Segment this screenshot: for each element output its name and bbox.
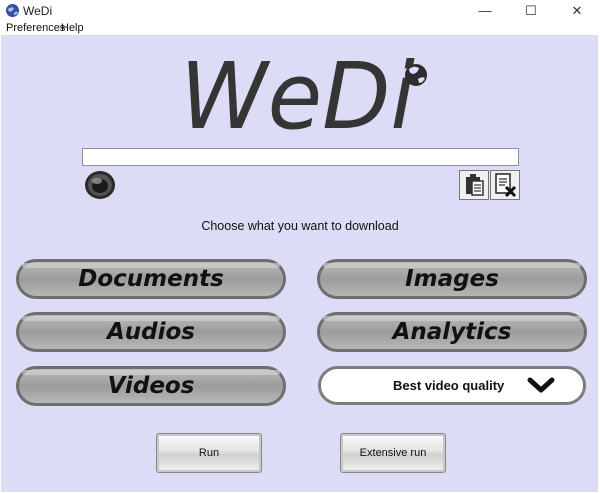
app-icon — [6, 4, 19, 17]
video-quality-dropdown[interactable]: Best video quality — [318, 366, 586, 405]
clear-x-icon — [495, 173, 517, 198]
minimize-button[interactable]: — — [462, 0, 508, 21]
extensive-run-button[interactable]: Extensive run — [340, 433, 446, 473]
wedi-logo: WeDi — [180, 43, 427, 140]
window-title: WeDi — [23, 4, 53, 18]
close-icon: ✕ — [571, 2, 583, 18]
menu-preferences[interactable]: Preferences — [6, 22, 65, 34]
analytics-label: Analytics — [392, 319, 512, 345]
audios-button[interactable]: Audios — [16, 312, 286, 352]
menu-bar: Preferences Help — [0, 21, 600, 35]
clipboard-icon — [466, 174, 484, 196]
maximize-button[interactable]: ☐ — [508, 0, 554, 21]
close-button[interactable]: ✕ — [554, 0, 600, 21]
maximize-icon: ☐ — [525, 2, 537, 18]
videos-label: Videos — [107, 373, 195, 399]
analytics-button[interactable]: Analytics — [317, 312, 587, 352]
globe-icon — [405, 64, 427, 86]
url-input[interactable] — [82, 148, 519, 166]
minimize-icon: — — [478, 3, 492, 18]
title-bar: WeDi — ☐ ✕ — [0, 0, 600, 21]
video-quality-value: Best video quality — [393, 378, 505, 393]
documents-button[interactable]: Documents — [16, 259, 286, 299]
menu-help[interactable]: Help — [61, 22, 84, 34]
status-orb-button[interactable] — [84, 170, 116, 200]
clear-button[interactable] — [490, 170, 520, 200]
logo-text: WeDi — [180, 43, 415, 140]
download-prompt: Choose what you want to download — [201, 219, 399, 233]
documents-label: Documents — [78, 266, 224, 292]
chevron-down-icon — [527, 377, 555, 393]
images-label: Images — [405, 266, 499, 292]
run-button[interactable]: Run — [156, 433, 262, 473]
paste-button[interactable] — [459, 170, 489, 200]
videos-button[interactable]: Videos — [16, 366, 286, 406]
audios-label: Audios — [106, 319, 195, 345]
images-button[interactable]: Images — [317, 259, 587, 299]
